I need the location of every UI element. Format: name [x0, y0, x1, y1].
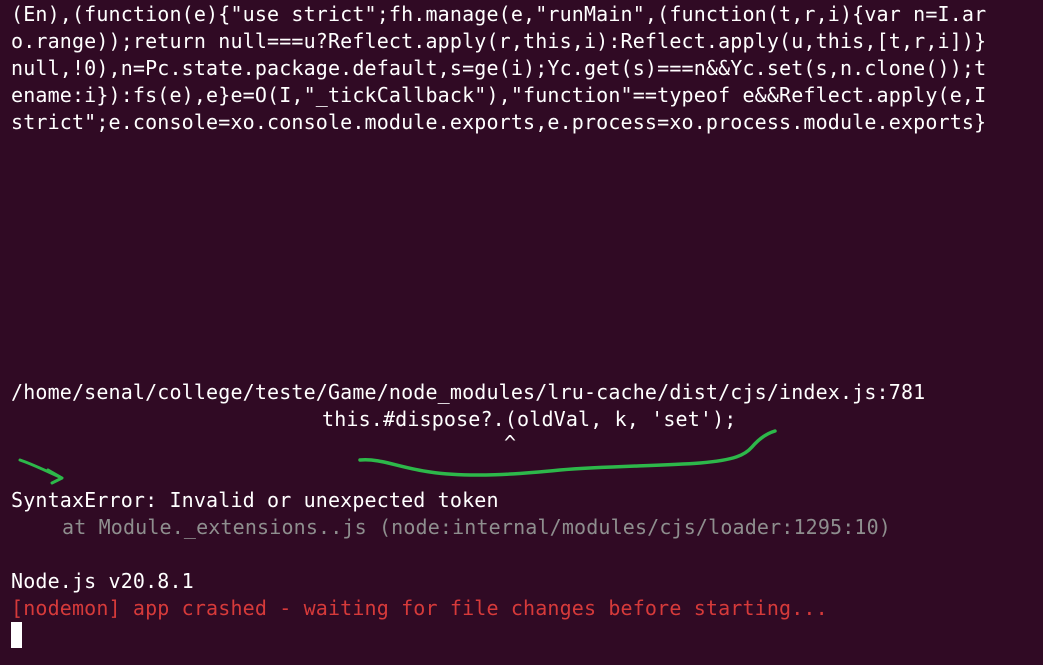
- error-file-location: /home/senal/college/teste/Game/node_modu…: [11, 380, 926, 404]
- minified-source-line-4: ename:i}):fs(e),e}e=O(I,"_tickCallback")…: [11, 83, 987, 107]
- error-caret: ^: [504, 431, 517, 455]
- terminal-window[interactable]: (En),(function(e){"use strict";fh.manage…: [0, 0, 1043, 665]
- annotation-arrow-icon: [18, 458, 64, 485]
- minified-source-line-3: null,!0),n=Pc.state.package.default,s=ge…: [11, 56, 987, 80]
- terminal-cursor: [11, 622, 22, 648]
- minified-source-line-5: strict";e.console=xo.console.module.expo…: [11, 110, 987, 134]
- nodemon-crash-status: [nodemon] app crashed - waiting for file…: [11, 596, 828, 620]
- minified-source-line-1: (En),(function(e){"use strict";fh.manage…: [11, 2, 987, 26]
- error-source-line: this.#dispose?.(oldVal, k, 'set');: [322, 407, 737, 431]
- stack-trace-frame: at Module._extensions..js (node:internal…: [62, 515, 891, 539]
- node-version: Node.js v20.8.1: [11, 569, 194, 593]
- annotation-underline: [358, 429, 777, 477]
- minified-source-line-2: o.range));return null===u?Reflect.apply(…: [11, 29, 987, 53]
- syntax-error-message: SyntaxError: Invalid or unexpected token: [11, 488, 499, 512]
